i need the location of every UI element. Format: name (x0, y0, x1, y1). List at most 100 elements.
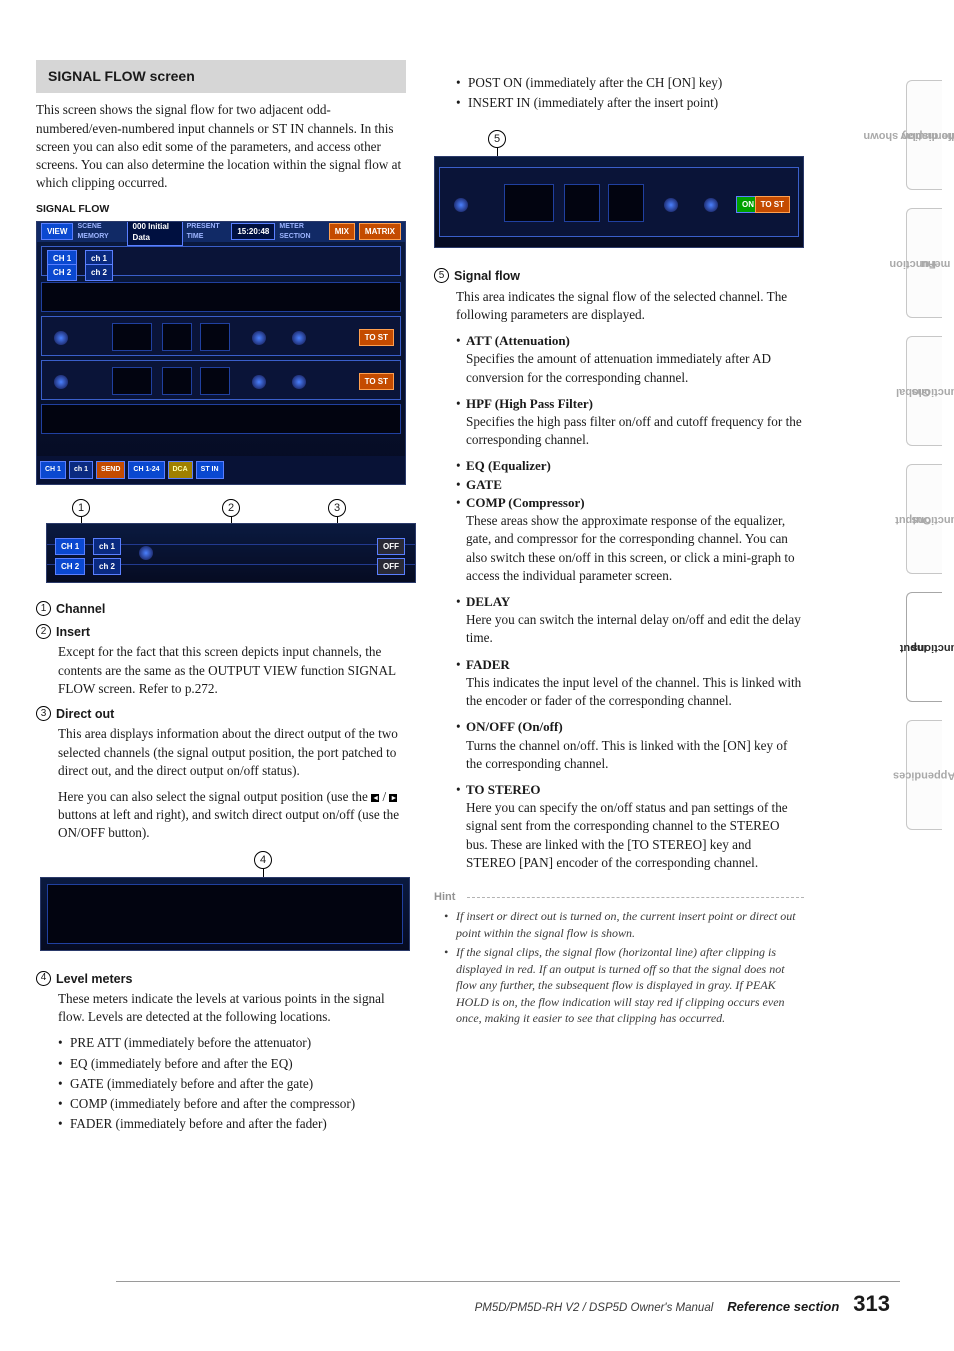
item-level-meters-body: These meters indicate the levels at vari… (36, 990, 406, 1026)
bullet-num-4: 4 (36, 971, 51, 986)
param-tostereo-name: TO STEREO (466, 782, 541, 797)
fig-bottom-dca: DCA (168, 461, 193, 479)
fig-view-label: VIEW (41, 223, 73, 240)
strip-off-2: OFF (377, 558, 405, 575)
item-channel: 1 Channel (36, 601, 406, 618)
fig-ch2: CH 2 (47, 264, 77, 281)
footer-page-number: 313 (853, 1291, 890, 1317)
right-column: POST ON (immediately after the CH [ON] k… (434, 60, 804, 1135)
param-comp-name: COMP (Compressor) (466, 495, 585, 510)
param-delay: DELAY Here you can switch the internal d… (434, 593, 804, 648)
item-signal-flow-body: This area indicates the signal flow of t… (434, 288, 804, 324)
param-hpf-body: Specifies the high pass filter on/off an… (456, 413, 804, 449)
tab-input[interactable]: Inputfunctions (906, 592, 942, 702)
param-eq-name: EQ (Equalizer) (466, 458, 551, 473)
callout-3: 3 (328, 499, 346, 517)
tab-appendices[interactable]: Appendices (906, 720, 942, 830)
direct-out-body-2c: buttons at left and right), and switch d… (58, 807, 399, 840)
tab-info[interactable]: Information shownin the display (906, 80, 942, 190)
tab-function-menu[interactable]: Functionmenu (906, 208, 942, 318)
param-gate: GATE (434, 476, 804, 494)
tab-input-l2: functions (911, 641, 954, 653)
callouts-1-2-3: 1 2 3 (36, 499, 406, 523)
strip-ch2: CH 2 (55, 558, 85, 575)
continued-locations: POST ON (immediately after the CH [ON] k… (434, 74, 804, 112)
figure-signal-flow-screen: VIEW SCENE MEMORY 000 Initial Data PRESE… (36, 221, 406, 485)
lm-loc-0: PRE ATT (immediately before the attenuat… (58, 1034, 406, 1052)
item-direct-out: 3 Direct out (36, 706, 406, 723)
item-signal-flow: 5 Signal flow (434, 268, 804, 285)
fig-ch2b: ch 2 (85, 264, 113, 281)
item-level-meters: 4 Level meters (36, 971, 406, 988)
strip-ch1: CH 1 (55, 538, 85, 555)
fig-time: 15:20:48 (231, 223, 275, 240)
lm-loc-2: GATE (immediately before and after the g… (58, 1075, 406, 1093)
left-arrow-icon: ◄ (371, 794, 379, 802)
fig-meter-label: METER SECTION (279, 222, 324, 241)
callouts-4: 4 (36, 851, 406, 877)
direct-out-body-2a: Here you can also select the signal outp… (58, 789, 371, 804)
tab-output-l2: functions (911, 513, 954, 525)
param-delay-name: DELAY (466, 594, 510, 609)
param-hpf-name: HPF (High Pass Filter) (466, 396, 593, 411)
hint-1: If the signal clips, the signal flow (ho… (444, 944, 804, 1027)
figure-level-meters (40, 877, 410, 951)
param-comp-body: These areas show the approximate respons… (456, 512, 804, 585)
param-att-body: Specifies the amount of attenuation imme… (456, 350, 804, 386)
hint-label: Hint (434, 890, 455, 905)
figure-caption: SIGNAL FLOW (36, 202, 406, 216)
tab-info-l2: in the display (887, 129, 954, 141)
section-title: SIGNAL FLOW screen (36, 60, 406, 93)
tab-global[interactable]: Globalfunctions (906, 336, 942, 446)
side-tabs: Information shownin the display Function… (906, 80, 942, 830)
footer-rule (116, 1281, 900, 1282)
param-fader-name: FADER (466, 657, 510, 672)
callout-4: 4 (254, 851, 272, 869)
page-footer: PM5D/PM5D-RH V2 / DSP5D Owner's Manual R… (120, 1291, 890, 1317)
two-column-layout: SIGNAL FLOW screen This screen shows the… (36, 60, 918, 1135)
bullet-num-3: 3 (36, 706, 51, 721)
fig-scene: 000 Initial Data (127, 221, 183, 246)
item-level-meters-label: Level meters (56, 971, 132, 988)
item-insert: 2 Insert (36, 624, 406, 641)
intro-paragraph: This screen shows the signal flow for tw… (36, 101, 406, 192)
param-tostereo: TO STEREO Here you can specify the on/of… (434, 781, 804, 872)
direct-out-body-2b: / (379, 789, 389, 804)
param-fader: FADER This indicates the input level of … (434, 656, 804, 711)
item-direct-out-label: Direct out (56, 706, 114, 723)
tab-app-l1: Appendices (893, 769, 954, 781)
callout-2: 2 (222, 499, 240, 517)
fig-bottom-ch1: CH 1 (40, 461, 66, 479)
param-delay-body: Here you can switch the internal delay o… (456, 611, 804, 647)
fig-bottom-ch1b: ch 1 (69, 461, 93, 479)
item-direct-out-body-2: Here you can also select the signal outp… (36, 788, 406, 843)
fig-matrix: MATRIX (359, 223, 401, 240)
param-fader-body: This indicates the input level of the ch… (456, 674, 804, 710)
hint-header: Hint (434, 880, 804, 905)
cont-loc-1: INSERT IN (immediately after the insert … (456, 94, 804, 112)
left-column: SIGNAL FLOW screen This screen shows the… (36, 60, 406, 1135)
strip-ch2b: ch 2 (93, 558, 121, 575)
param-att-name: ATT (Attenuation) (466, 333, 570, 348)
lm-loc-3: COMP (immediately before and after the c… (58, 1095, 406, 1113)
figure-signal-flow-strip: ON TO ST (434, 156, 804, 248)
fig-bottom-send: SEND (96, 461, 125, 479)
tab-func-l2: menu (913, 257, 954, 269)
param-eq: EQ (Equalizer) (434, 457, 804, 475)
strip-off-1: OFF (377, 538, 405, 555)
item-channel-label: Channel (56, 601, 105, 618)
fig-mix: MIX (329, 223, 355, 240)
item-signal-flow-label: Signal flow (454, 268, 520, 285)
param-comp: COMP (Compressor) These areas show the a… (434, 494, 804, 585)
figure-strip-channels: CH 1 ch 1 CH 2 ch 2 OFF OFF (46, 523, 416, 583)
item-insert-label: Insert (56, 624, 90, 641)
hint-list: If insert or direct out is turned on, th… (434, 908, 804, 1027)
bullet-num-5: 5 (434, 268, 449, 283)
tab-output[interactable]: Outputfunctions (906, 464, 942, 574)
param-onoff-name: ON/OFF (On/off) (466, 719, 563, 734)
item-direct-out-body-1: This area displays information about the… (36, 725, 406, 780)
bullet-num-1: 1 (36, 601, 51, 616)
fig-bottom-chrange: CH 1-24 (128, 461, 164, 479)
footer-section: Reference section (727, 1299, 839, 1314)
strip-ch1b: ch 1 (93, 538, 121, 555)
